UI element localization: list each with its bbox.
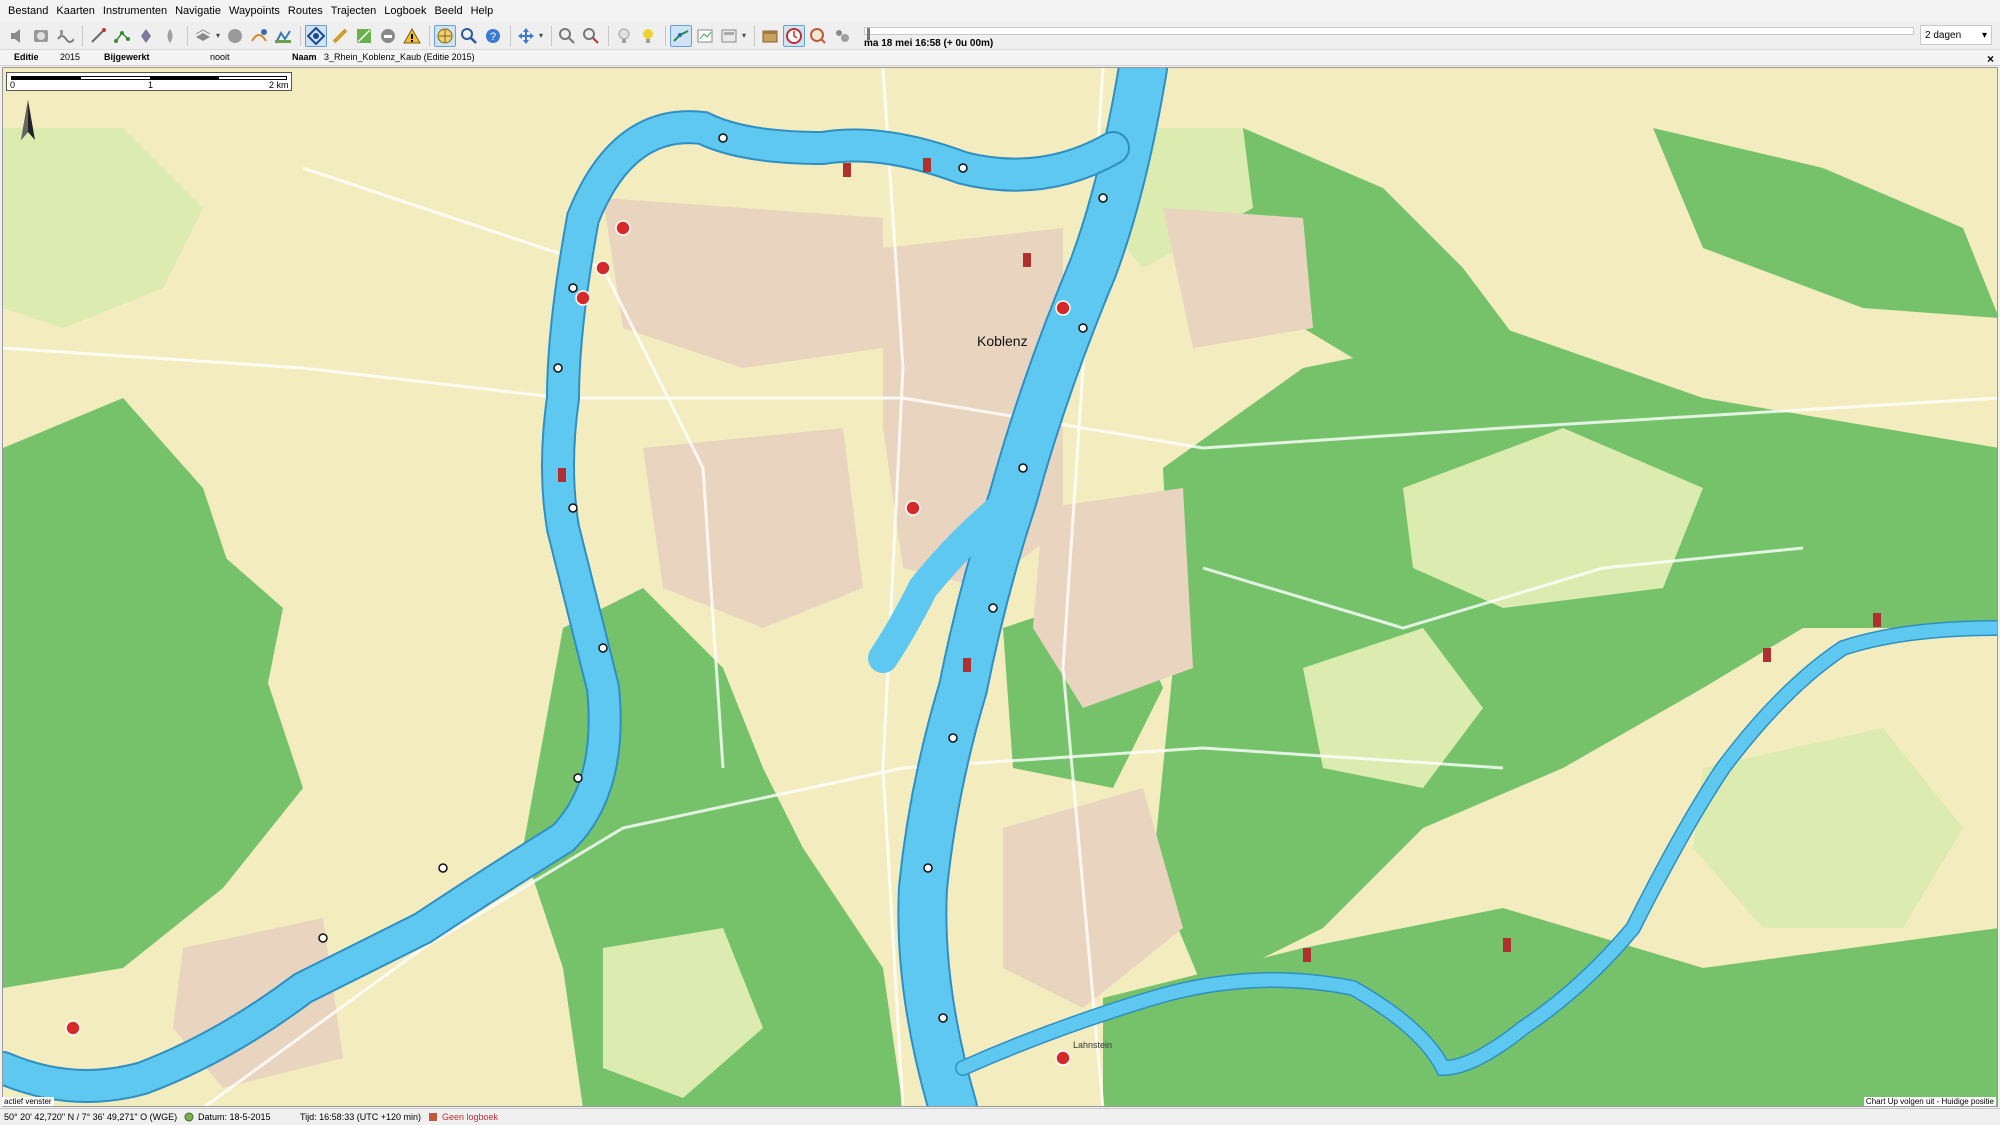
updated-label: Bijgewerkt: [104, 52, 150, 62]
scale-bar: 0 1 2 km: [6, 72, 292, 91]
north-up-icon[interactable]: [272, 25, 294, 47]
graph-icon[interactable]: [353, 25, 375, 47]
north-arrow-icon: [21, 100, 35, 140]
scale-bar-segment: [150, 77, 219, 79]
position-readout: 50° 20' 42,720" N / 7° 36' 49,271" O (WG…: [4, 1112, 178, 1122]
help-icon[interactable]: ?: [482, 25, 504, 47]
weather-icon[interactable]: [159, 25, 181, 47]
logbook-icon[interactable]: [759, 25, 781, 47]
instrument-icon[interactable]: [30, 25, 52, 47]
waypoint-icon[interactable]: [135, 25, 157, 47]
close-icon[interactable]: ×: [1987, 52, 1994, 66]
city-label-koblenz: Koblenz: [977, 333, 1028, 349]
menu-instrumenten[interactable]: Instrumenten: [99, 0, 171, 22]
edition-label: Editie: [14, 52, 39, 62]
menu-trajecten[interactable]: Trajecten: [327, 0, 380, 22]
app-window: Bestand Kaarten Instrumenten Navigatie W…: [0, 0, 2000, 1125]
light-icon[interactable]: [613, 25, 635, 47]
bearing-icon[interactable]: [87, 25, 109, 47]
gps-icon[interactable]: [305, 24, 328, 47]
svg-text:?: ?: [490, 31, 496, 43]
time-range-value: 2 dagen: [1925, 29, 1962, 41]
scale-start: 0: [10, 80, 16, 90]
menu-waypoints[interactable]: Waypoints: [225, 0, 284, 22]
menu-navigatie[interactable]: Navigatie: [171, 0, 225, 22]
toolbar-separator: [551, 25, 553, 46]
scale-bar-segment: [12, 77, 81, 79]
light-bulb-icon[interactable]: [637, 25, 659, 47]
toolbar-separator: [187, 25, 188, 46]
menu-routes[interactable]: Routes: [284, 0, 327, 22]
chevron-down-icon: ▾: [1981, 29, 1987, 41]
route-plan-icon[interactable]: [111, 25, 133, 47]
menu-logboek[interactable]: Logboek: [380, 0, 430, 22]
active-window-label: actief venster: [2, 1097, 54, 1106]
chevron-down-icon[interactable]: ▾: [216, 31, 220, 40]
print-icon[interactable]: [718, 25, 740, 47]
pan-icon[interactable]: [434, 24, 457, 47]
toolbar-separator: [665, 25, 667, 46]
camera-icon[interactable]: [831, 25, 853, 47]
menu-kaarten[interactable]: Kaarten: [52, 0, 99, 22]
scale-end: 2 km: [269, 80, 289, 90]
date-readout: Datum: 18-5-2015: [198, 1112, 271, 1122]
logbook-status-icon: [429, 1113, 437, 1121]
edition-value: 2015: [60, 52, 81, 62]
time-label: ma 18 mei 16:58 (+ 0u 00m): [864, 38, 994, 49]
chart-map[interactable]: Koblenz Lahnstein: [2, 67, 1998, 1107]
table-icon[interactable]: [694, 25, 716, 47]
layers-icon[interactable]: [192, 25, 214, 47]
tide-icon[interactable]: [54, 25, 76, 47]
route-icon[interactable]: [248, 25, 270, 47]
menu-bar: Bestand Kaarten Instrumenten Navigatie W…: [0, 0, 2000, 22]
name-label: Naam: [292, 52, 317, 62]
sound-icon[interactable]: [6, 25, 28, 47]
chevron-down-icon[interactable]: ▾: [742, 31, 746, 40]
time-range-select[interactable]: 2 dagen ▾: [1920, 25, 1992, 45]
scale-mid: 1: [148, 80, 154, 90]
measure-icon[interactable]: [807, 25, 829, 47]
toolbar: ▾ ? ▾ ▾ ma 18 mei 16:58 (+ 0u 00m) 2 dag…: [0, 22, 2000, 50]
chart-name-value: 3_Rhein_Koblenz_Kaub (Editie 2015): [324, 52, 475, 62]
night-mode-icon[interactable]: [329, 25, 351, 47]
zoom-in-icon[interactable]: [556, 25, 578, 47]
anchor-icon[interactable]: [377, 25, 399, 47]
globe-icon: [184, 1112, 194, 1122]
warning-icon[interactable]: [401, 25, 423, 47]
logbook-status[interactable]: Geen logboek: [442, 1112, 498, 1122]
toolbar-separator: [429, 25, 431, 46]
menu-bestand[interactable]: Bestand: [4, 0, 52, 22]
toolbar-separator: [608, 25, 610, 46]
menu-beeld[interactable]: Beeld: [430, 0, 466, 22]
track-icon[interactable]: [670, 24, 693, 47]
move-icon[interactable]: [515, 25, 537, 47]
toolbar-separator: [510, 25, 512, 46]
time-slider[interactable]: ma 18 mei 16:58 (+ 0u 00m): [864, 25, 1914, 49]
time-slider-track[interactable]: [864, 27, 1914, 40]
alarm-icon[interactable]: [783, 24, 806, 47]
updated-value: nooit: [210, 52, 230, 62]
menu-help[interactable]: Help: [467, 0, 498, 22]
zoom-out-icon[interactable]: [580, 25, 602, 47]
chevron-down-icon[interactable]: ▾: [539, 31, 543, 40]
toolbar-separator: [82, 25, 83, 46]
status-bar: 50° 20' 42,720" N / 7° 36' 49,271" O (WG…: [0, 1108, 2000, 1125]
toolbar-separator: [754, 25, 756, 46]
chart-up-status: Chart Up volgen uit - Huidige positie: [1863, 1097, 1996, 1106]
chart-icon[interactable]: [224, 25, 246, 47]
chart-info-bar: Editie 2015 Bijgewerkt nooit Naam 3_Rhei…: [0, 50, 2000, 66]
time-readout: Tijd: 16:58:33 (UTC +120 min): [300, 1112, 421, 1122]
search-icon[interactable]: [458, 25, 480, 47]
place-label-lahnstein: Lahnstein: [1073, 1040, 1112, 1050]
toolbar-separator: [300, 25, 302, 46]
